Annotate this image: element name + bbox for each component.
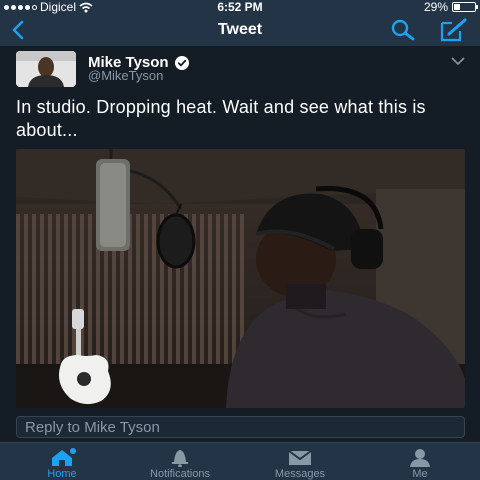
tab-label: Me (412, 468, 428, 480)
tweet-text: In studio. Dropping heat. Wait and see w… (16, 97, 426, 140)
tab-notifications[interactable]: Notifications (130, 443, 230, 480)
verified-badge-icon (174, 55, 189, 70)
compose-icon[interactable] (438, 17, 470, 43)
battery-percent: 29% (423, 0, 448, 14)
tab-bar: Home Notifications Messages Me (0, 442, 480, 480)
home-icon (52, 448, 76, 466)
tab-label: Notifications (150, 468, 210, 480)
chevron-down-icon[interactable] (450, 56, 466, 66)
author-handle[interactable]: @MikeTyson (88, 68, 163, 83)
reply-placeholder: Reply to Mike Tyson (25, 419, 160, 436)
avatar[interactable] (16, 51, 76, 87)
navigation-bar: Tweet (0, 14, 480, 46)
tab-label: Home (47, 468, 77, 480)
tab-home[interactable]: Home (12, 443, 112, 480)
reply-input[interactable]: Reply to Mike Tyson (16, 416, 465, 438)
search-icon[interactable] (388, 18, 418, 42)
envelope-icon (288, 450, 312, 465)
status-bar: Digicel 6:52 PM 29% (0, 0, 480, 14)
studio-photo (16, 149, 465, 408)
tweet-photo[interactable] (16, 149, 465, 408)
battery-icon (452, 2, 478, 12)
tab-label: Messages (274, 468, 326, 480)
person-icon (410, 449, 430, 467)
avatar-photo (16, 51, 76, 87)
bell-icon (172, 450, 188, 467)
tab-messages[interactable]: Messages (250, 443, 350, 480)
clock: 6:52 PM (217, 0, 263, 14)
tab-me[interactable]: Me (370, 443, 470, 480)
battery-indicator: 29% (423, 0, 478, 14)
